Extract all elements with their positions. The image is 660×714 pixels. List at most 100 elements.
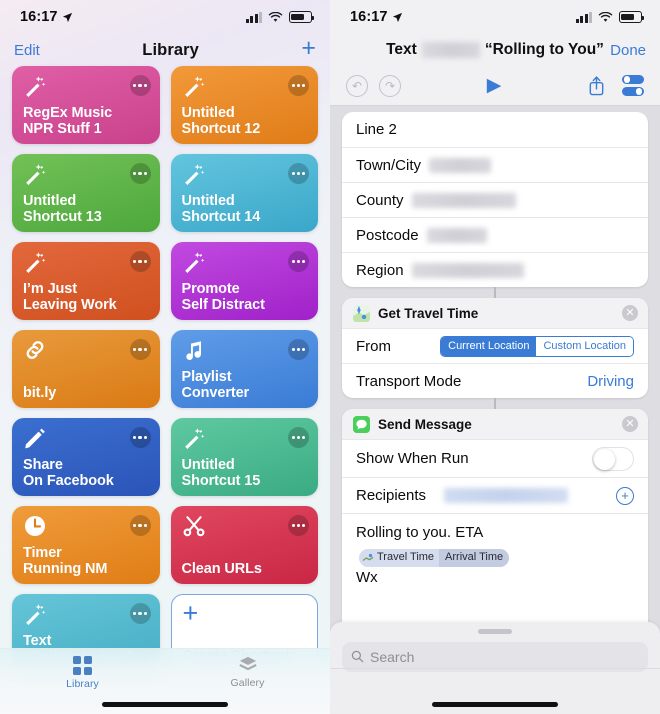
address-label: Postcode	[356, 226, 419, 244]
search-sheet: Search	[330, 622, 660, 714]
cellular-bars-icon	[575, 11, 592, 23]
card-header: Send Message ✕	[342, 409, 648, 439]
shortcut-tile-label: Untitled Shortcut 12	[181, 104, 261, 137]
drag-handle[interactable]	[478, 629, 512, 634]
shortcut-tile[interactable]: bit.ly	[12, 330, 160, 408]
card-header: Get Travel Time ✕	[342, 298, 648, 328]
recipients-row[interactable]: Recipients +	[342, 477, 648, 513]
shortcut-more-button[interactable]	[129, 75, 151, 96]
shortcut-more-button[interactable]	[288, 427, 309, 448]
shortcut-tile-label: Timer Running NM	[23, 544, 108, 577]
shortcut-more-button[interactable]	[129, 515, 151, 536]
share-icon[interactable]	[587, 75, 606, 96]
shortcut-more-button[interactable]	[129, 603, 151, 624]
card-title: Send Message	[378, 416, 472, 432]
shortcut-more-button[interactable]	[288, 163, 309, 184]
redacted-title-part	[421, 42, 480, 58]
wifi-icon	[268, 11, 283, 22]
cellular-bars-icon	[245, 11, 262, 23]
shortcut-more-button[interactable]	[288, 251, 309, 272]
shortcuts-grid-scroll[interactable]: RegEx Music NPR Stuff 1 Untitled Shortcut 1…	[0, 66, 330, 714]
shortcut-tile-label: Promote Self Distract	[181, 280, 265, 313]
undo-icon[interactable]: ↶	[346, 74, 368, 97]
close-icon[interactable]: ✕	[622, 416, 638, 432]
status-bar-right: 16:17	[330, 0, 660, 34]
search-input[interactable]: Search	[342, 641, 648, 672]
redacted-value	[411, 192, 516, 208]
message-text: Rolling to you. ETA	[356, 524, 484, 541]
done-button[interactable]: Done	[610, 42, 646, 59]
show-when-run-toggle[interactable]	[592, 446, 634, 471]
messages-app-icon	[353, 415, 370, 433]
editor-toolbar: ↶ ↷ ▶	[330, 66, 660, 106]
shortcut-tile-label: RegEx Music NPR Stuff 1	[23, 104, 113, 137]
shortcut-tile[interactable]: Promote Self Distract	[170, 242, 318, 320]
shortcut-tile[interactable]: Untitled Shortcut 15	[170, 418, 318, 496]
add-recipient-button[interactable]: +	[616, 486, 634, 505]
shortcut-more-button[interactable]	[288, 75, 309, 96]
transport-mode-row[interactable]: Transport Mode Driving	[342, 363, 648, 398]
editor-title-prefix: Text	[386, 41, 417, 58]
action-connector	[494, 287, 496, 298]
screenshot-root: 16:17 Edit Library + RegEx Music NPR Stuf…	[0, 0, 660, 714]
tab-gallery[interactable]: Gallery	[165, 656, 330, 689]
action-connector	[494, 398, 496, 409]
redo-icon[interactable]: ↷	[379, 74, 401, 97]
toggles-icon[interactable]	[622, 74, 644, 97]
address-row-postcode[interactable]: Postcode	[342, 217, 648, 252]
shortcut-tile[interactable]: RegEx Music NPR Stuff 1	[12, 66, 160, 144]
shortcuts-library-pane: 16:17 Edit Library + RegEx Music NPR Stuf…	[0, 0, 330, 714]
redacted-value	[426, 227, 487, 243]
shortcut-editor-pane: 16:17 Text “Rolling to You” Done ↶ ↷ ▶ L…	[330, 0, 660, 714]
message-body-row[interactable]: Rolling to you. ETA Travel Time Arrival Ti…	[342, 513, 648, 600]
shortcut-more-button[interactable]	[288, 515, 309, 536]
shortcut-tile[interactable]: I’m Just Leaving Work	[12, 242, 160, 320]
add-shortcut-button[interactable]: +	[301, 36, 316, 61]
shortcut-more-button[interactable]	[129, 163, 151, 184]
home-indicator-left	[102, 702, 228, 707]
close-icon[interactable]: ✕	[622, 305, 638, 321]
status-bar-indicators	[245, 11, 315, 23]
library-navbar: Edit Library +	[0, 34, 330, 66]
shortcut-tile[interactable]: Clean URLs	[170, 506, 318, 584]
transport-mode-value[interactable]: Driving	[587, 373, 634, 390]
segment-current-location[interactable]: Current Location	[441, 336, 537, 356]
tab-gallery-label: Gallery	[230, 677, 265, 689]
status-bar-time: 16:17	[20, 9, 58, 25]
travel-time-token[interactable]: Travel Time Arrival Time	[359, 548, 510, 567]
shortcuts-grid: RegEx Music NPR Stuff 1 Untitled Shortcut 1…	[0, 66, 330, 672]
travel-from-label: From	[356, 337, 391, 355]
shortcut-tile[interactable]: Playlist Converter	[170, 330, 318, 408]
token-segment-1: Travel Time	[377, 551, 435, 564]
tab-library[interactable]: Library	[0, 656, 165, 690]
address-row-town[interactable]: Town/City	[342, 147, 648, 182]
shortcut-more-button[interactable]	[288, 339, 309, 360]
editor-header: Text “Rolling to You” Done	[330, 34, 660, 66]
get-travel-time-card: Get Travel Time ✕ From Current Location …	[342, 298, 648, 398]
plus-icon: +	[182, 598, 199, 628]
search-placeholder: Search	[370, 648, 415, 665]
shortcut-tile[interactable]: Untitled Shortcut 13	[12, 154, 160, 232]
redacted-value	[411, 262, 524, 278]
magic-wand-icon	[23, 74, 47, 98]
shortcut-more-button[interactable]	[129, 427, 151, 448]
shortcut-tile[interactable]: Untitled Shortcut 14	[170, 154, 318, 232]
home-indicator-right	[432, 702, 558, 707]
address-row-county[interactable]: County	[342, 182, 648, 217]
shortcut-tile[interactable]: Share On Facebook	[12, 418, 160, 496]
address-row-region[interactable]: Region	[342, 252, 648, 287]
shortcut-more-button[interactable]	[129, 339, 151, 360]
status-bar-left: 16:17	[0, 0, 330, 34]
address-row-line2[interactable]: Line 2	[342, 112, 648, 147]
shortcut-tile-label: I’m Just Leaving Work	[23, 280, 117, 313]
shortcut-more-button[interactable]	[129, 251, 151, 272]
show-when-run-label: Show When Run	[356, 450, 469, 467]
shortcut-tile[interactable]: Timer Running NM	[12, 506, 160, 584]
edit-button[interactable]: Edit	[14, 42, 40, 59]
shortcut-tile[interactable]: Untitled Shortcut 12	[170, 66, 318, 144]
play-icon[interactable]: ▶	[487, 76, 502, 95]
segment-custom-location[interactable]: Custom Location	[536, 336, 633, 356]
search-icon	[351, 650, 364, 663]
music-note-icon	[182, 338, 206, 362]
from-segmented-control[interactable]: Current Location Custom Location	[440, 335, 634, 357]
